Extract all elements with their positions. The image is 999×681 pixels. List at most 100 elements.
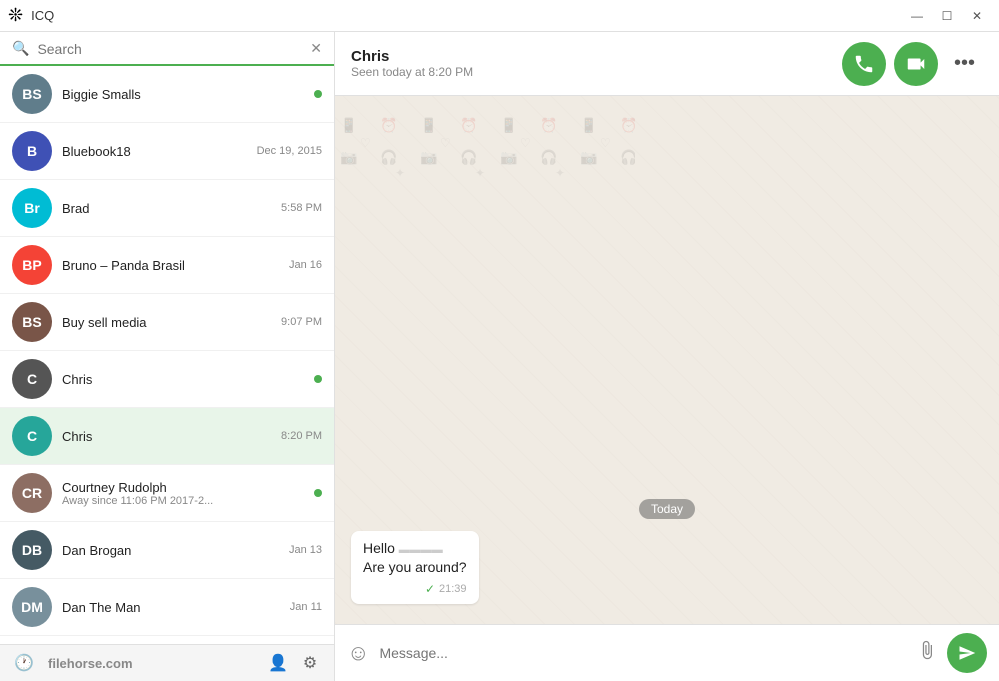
contact-info: Dan Brogan [62,543,289,558]
minimize-button[interactable]: — [903,5,931,27]
close-button[interactable]: ✕ [963,5,991,27]
title-bar-left: ❊ ICQ [8,5,54,26]
avatar: BS [12,302,52,342]
contact-item[interactable]: BS Biggie Smalls [0,66,334,123]
chat-contact-status: Seen today at 8:20 PM [351,65,473,79]
avatar: C [12,416,52,456]
right-panel: Chris Seen today at 8:20 PM ••• 📱 [335,32,999,681]
contact-time: Jan 16 [289,259,322,271]
contact-item[interactable]: BS Buy sell media 9:07 PM [0,294,334,351]
chat-input-area: ☺ [335,624,999,681]
search-icon: 🔍 [12,40,29,57]
contact-item[interactable]: C Chris 8:20 PM [0,408,334,465]
contact-meta [314,489,322,497]
avatar: DB [12,530,52,570]
bottom-icons: 👤 ⚙ [266,651,322,675]
contact-time: 8:20 PM [281,430,322,442]
chat-header-actions: ••• [842,42,983,86]
contact-time: Dec 19, 2015 [257,145,322,157]
contact-name: Biggie Smalls [62,87,314,102]
contact-info: Courtney Rudolph Away since 11:06 PM 201… [62,480,314,507]
contact-meta [314,375,322,383]
contact-item[interactable]: DM Daniel Martin Dec 31, 2015 [0,636,334,644]
chat-contact-name: Chris [351,48,473,65]
avatar: BS [12,74,52,114]
user-icon[interactable]: 👤 [266,651,290,675]
window-controls: — ☐ ✕ [903,5,991,27]
maximize-button[interactable]: ☐ [933,5,961,27]
app-body: 🔍 ✕ BS Biggie Smalls B Bluebook18 Dec 19… [0,32,999,681]
contact-name: Dan The Man [62,600,290,615]
avatar: C [12,359,52,399]
message-text-2: Are you around? [363,558,467,578]
date-divider: Today [351,499,983,519]
contact-name: Brad [62,201,281,216]
contact-time: 9:07 PM [281,316,322,328]
title-bar: ❊ ICQ — ☐ ✕ [0,0,999,32]
contact-list: BS Biggie Smalls B Bluebook18 Dec 19, 20… [0,66,334,644]
more-options-button[interactable]: ••• [946,44,983,83]
contact-item[interactable]: DM Dan The Man Jan 11 [0,579,334,636]
avatar: Br [12,188,52,228]
contact-meta: 8:20 PM [281,430,322,442]
contact-info: Chris [62,429,281,444]
logo-text: filehorse.com [48,656,133,671]
date-pill: Today [639,499,695,519]
message-meta: ✓ 21:39 [363,582,467,596]
contact-time: 5:58 PM [281,202,322,214]
app-title: ICQ [31,8,54,23]
contact-meta: Jan 13 [289,544,322,556]
settings-icon[interactable]: ⚙ [298,651,322,675]
contact-item[interactable]: CR Courtney Rudolph Away since 11:06 PM … [0,465,334,522]
avatar: BP [12,245,52,285]
clock-icon[interactable]: 🕐 [12,651,36,675]
contact-meta: Dec 19, 2015 [257,145,322,157]
contact-sub: Away since 11:06 PM 2017-2... [62,495,242,507]
contact-meta: Jan 11 [290,601,322,613]
video-call-button[interactable] [894,42,938,86]
message-bubble-wrapper: Hello ▬▬▬▬ Are you around? ✓ 21:39 [351,531,983,608]
chat-header: Chris Seen today at 8:20 PM ••• [335,32,999,96]
contact-item[interactable]: Br Brad 5:58 PM [0,180,334,237]
contact-time: Jan 13 [289,544,322,556]
online-indicator [314,90,322,98]
contact-meta: 5:58 PM [281,202,322,214]
contact-info: Chris [62,372,314,387]
message-bubble: Hello ▬▬▬▬ Are you around? ✓ 21:39 [351,531,479,604]
app-icon: ❊ [8,5,23,26]
message-time: 21:39 [439,583,467,595]
contact-info: Bruno – Panda Brasil [62,258,289,273]
search-bar: 🔍 ✕ [0,32,334,66]
avatar: B [12,131,52,171]
chat-area: Today Hello ▬▬▬▬ Are you around? ✓ 21:39 [335,96,999,624]
contact-meta [314,90,322,98]
contact-name: Chris [62,429,281,444]
online-indicator [314,375,322,383]
contact-item[interactable]: C Chris [0,351,334,408]
contact-info: Bluebook18 [62,144,257,159]
left-bottom-bar: 🕐 filehorse.com 👤 ⚙ [0,644,334,681]
contact-item[interactable]: BP Bruno – Panda Brasil Jan 16 [0,237,334,294]
contact-info: Brad [62,201,281,216]
search-clear-icon[interactable]: ✕ [310,40,322,57]
search-input[interactable] [37,41,302,57]
contact-meta: 9:07 PM [281,316,322,328]
chat-header-info: Chris Seen today at 8:20 PM [351,48,473,79]
check-icon: ✓ [425,582,435,596]
contact-info: Buy sell media [62,315,281,330]
contact-name: Dan Brogan [62,543,289,558]
contact-name: Chris [62,372,314,387]
avatar: DM [12,587,52,627]
attach-button[interactable] [917,640,937,666]
contact-name: Bruno – Panda Brasil [62,258,289,273]
call-button[interactable] [842,42,886,86]
emoji-button[interactable]: ☺ [347,640,369,666]
contact-item[interactable]: DB Dan Brogan Jan 13 [0,522,334,579]
avatar: CR [12,473,52,513]
contact-name: Courtney Rudolph [62,480,314,495]
message-input[interactable] [379,645,907,661]
send-button[interactable] [947,633,987,673]
contact-item[interactable]: B Bluebook18 Dec 19, 2015 [0,123,334,180]
contact-meta: Jan 16 [289,259,322,271]
contact-time: Jan 11 [290,601,322,613]
